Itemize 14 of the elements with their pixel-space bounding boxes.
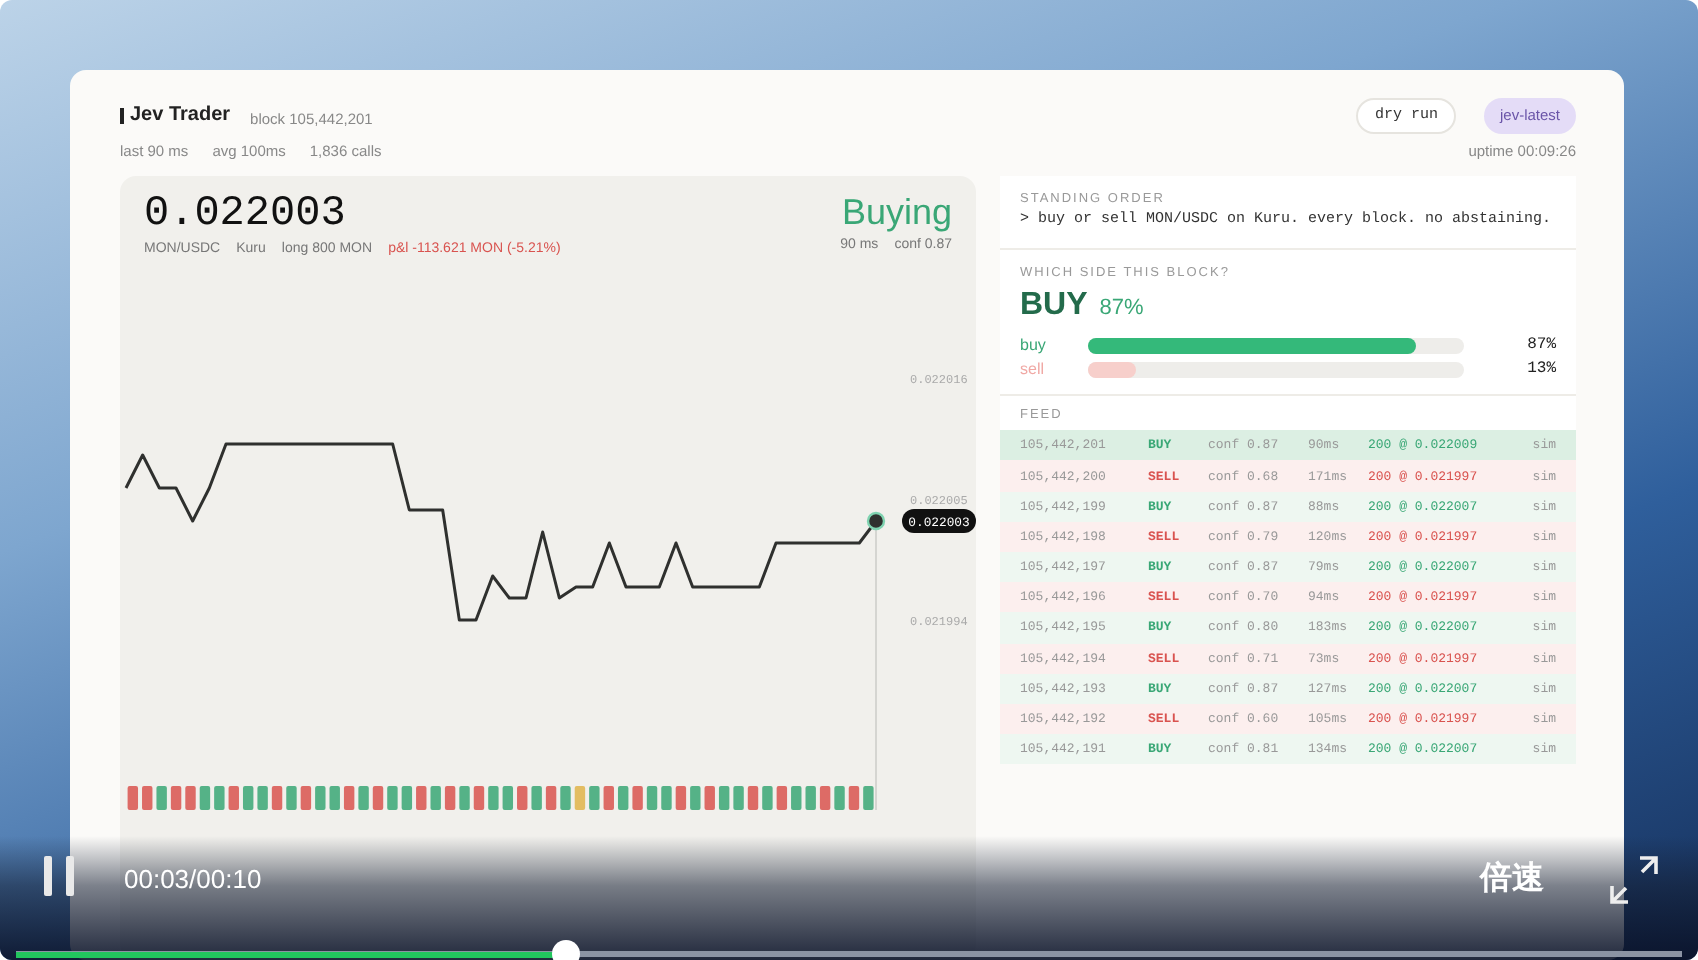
bar-label: sell bbox=[1020, 360, 1047, 379]
speed-button[interactable]: 倍速 bbox=[1480, 858, 1544, 900]
price-value: 0.022003 bbox=[144, 192, 348, 238]
bar-reading: 87% bbox=[1525, 336, 1556, 355]
bar-reading: 13% bbox=[1525, 360, 1556, 379]
action-status: Buying bbox=[840, 192, 952, 234]
last-price-marker bbox=[866, 511, 886, 531]
decision-share: 87% bbox=[1099, 296, 1144, 321]
decision-side: BUY bbox=[1020, 288, 1088, 325]
bar-label: buy bbox=[1020, 336, 1048, 355]
app-title: Jev Trader bbox=[120, 104, 231, 127]
playback-time: 00:03/00:10 bbox=[124, 864, 262, 894]
pause-icon[interactable] bbox=[44, 856, 74, 896]
fullscreen-icon[interactable] bbox=[1610, 856, 1658, 904]
